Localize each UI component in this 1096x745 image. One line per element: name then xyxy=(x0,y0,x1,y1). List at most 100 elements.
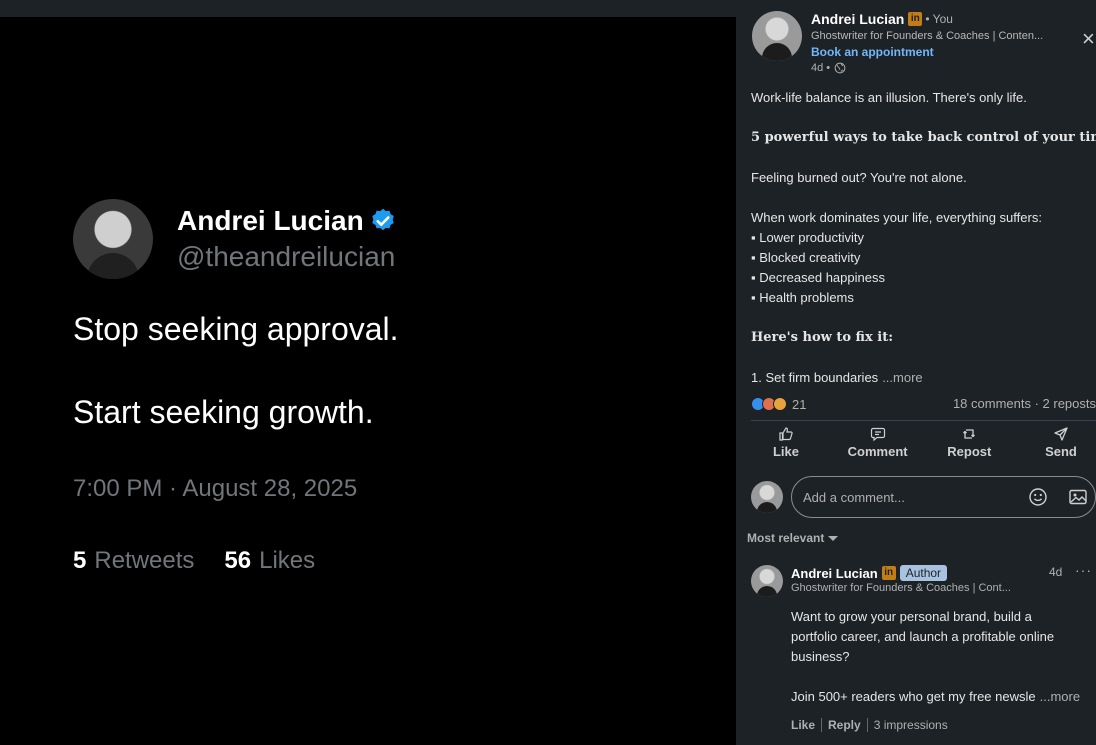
comment-line: Join 500+ readers who get my free newsle… xyxy=(791,687,1096,707)
post-line: When work dominates your life, everythin… xyxy=(751,210,1042,225)
post-gap xyxy=(751,148,1096,168)
comment-composer: Add a comment... xyxy=(751,476,1096,518)
post-age: 4d • xyxy=(811,62,1071,74)
comment-label: Comment xyxy=(847,444,908,459)
like-label: Likes xyxy=(259,547,316,574)
tweet-text: Stop seeking approval. Start seeking gro… xyxy=(73,309,673,433)
current-user-avatar xyxy=(751,481,783,513)
reactions-bar[interactable]: 21 18 comments · 2 reposts xyxy=(751,394,1096,414)
author-name-row: Andrei Lucian in • You xyxy=(811,11,1071,27)
tweet-line: Stop seeking approval. xyxy=(73,311,399,347)
author-avatar[interactable] xyxy=(752,11,802,61)
more-options-icon[interactable]: ··· xyxy=(1075,562,1092,578)
comment-text: Want to grow your personal brand, build … xyxy=(791,607,1096,707)
sort-label: Most relevant xyxy=(747,531,825,545)
post-line: Here's how to fix it: xyxy=(751,330,894,345)
repost-label: Repost xyxy=(947,444,992,459)
repost-icon xyxy=(934,426,1004,444)
separator xyxy=(821,718,823,732)
post-image[interactable]: Andrei Lucian @theandreilucian Stop seek… xyxy=(0,17,736,745)
comment-line: portfolio career, and launch a profitabl… xyxy=(791,629,1055,644)
tweet-author-name: Andrei Lucian xyxy=(177,205,364,236)
post-line: Work-life balance is an illusion. There'… xyxy=(751,90,1027,105)
send-icon xyxy=(1026,426,1096,444)
globe-icon xyxy=(834,62,846,74)
post-text: Work-life balance is an illusion. There'… xyxy=(751,88,1096,388)
post-gap xyxy=(751,108,1096,128)
book-appointment-link[interactable]: Book an appointment xyxy=(811,45,1071,59)
repost-button[interactable]: Repost xyxy=(934,426,1004,466)
retweet-count: 5 xyxy=(73,547,87,574)
caret-down-icon xyxy=(828,535,839,541)
tweet-likes: 56 Likes xyxy=(224,547,315,575)
post-gap xyxy=(751,188,1096,208)
commenter-avatar[interactable] xyxy=(751,565,783,597)
thumbs-up-icon xyxy=(751,426,821,444)
like-button[interactable]: Like xyxy=(751,426,821,466)
see-more-link[interactable]: ...more xyxy=(882,370,922,385)
insightful-reaction-icon xyxy=(773,397,787,411)
tweet-line: Start seeking growth. xyxy=(73,394,374,430)
tweet-card: Andrei Lucian @theandreilucian Stop seek… xyxy=(73,199,673,575)
tweet-handle: @theandreilucian xyxy=(177,241,396,272)
separator xyxy=(866,718,868,732)
retweet-label: Retweets xyxy=(94,547,195,574)
you-label: • You xyxy=(925,12,953,26)
comment-last-line: Join 500+ readers who get my free newsle xyxy=(791,689,1036,704)
author-info: Andrei Lucian in • You Ghostwriter for F… xyxy=(811,11,1071,74)
tweet-name-row: Andrei Lucian xyxy=(177,205,397,237)
comments-reposts-count[interactable]: 18 comments · 2 reposts xyxy=(953,396,1096,411)
tweet-names: Andrei Lucian @theandreilucian xyxy=(177,205,397,273)
post-line: ▪ Lower productivity xyxy=(751,230,864,245)
comment-reply-button[interactable]: Reply xyxy=(828,718,861,732)
comment-icon xyxy=(843,426,913,444)
post-age-text: 4d • xyxy=(811,62,831,74)
comment-age: 4d xyxy=(1049,565,1063,579)
post-gap xyxy=(751,308,1096,328)
linkedin-premium-icon: in xyxy=(908,12,923,26)
like-label: Like xyxy=(772,444,799,459)
close-icon[interactable]: × xyxy=(1082,28,1096,50)
post-line: ▪ Blocked creativity xyxy=(751,250,861,265)
tweet-header: Andrei Lucian @theandreilucian xyxy=(73,199,673,279)
comment-line: Want to grow your personal brand, build … xyxy=(791,609,1032,624)
verified-badge-icon xyxy=(371,208,394,231)
comment-gap xyxy=(791,667,1096,687)
author-headline: Ghostwriter for Founders & Coaches | Con… xyxy=(811,30,1044,42)
author-badge: Author xyxy=(899,565,948,581)
post-line: Feeling burned out? You're not alone. xyxy=(751,170,967,185)
linkedin-post-viewer: Andrei Lucian @theandreilucian Stop seek… xyxy=(0,0,1096,745)
reaction-count[interactable]: 21 xyxy=(792,397,806,412)
comment-button[interactable]: Comment xyxy=(843,426,913,466)
emoji-icon[interactable] xyxy=(1028,487,1048,507)
post-line: ▪ Health problems xyxy=(751,290,854,305)
send-button[interactable]: Send xyxy=(1026,426,1096,466)
post-line: ▪ Decreased happiness xyxy=(751,270,885,285)
commenter-name[interactable]: Andrei Lucian xyxy=(791,566,878,581)
send-label: Send xyxy=(1045,444,1077,459)
tweet-avatar xyxy=(73,199,153,279)
comment-placeholder: Add a comment... xyxy=(803,490,905,505)
tweet-retweets: 5 Retweets xyxy=(73,547,194,575)
post-last-line: 1. Set firm boundaries xyxy=(751,370,879,385)
commenter-headline: Ghostwriter for Founders & Coaches | Con… xyxy=(791,582,1011,594)
comment-input[interactable]: Add a comment... xyxy=(791,476,1096,518)
comment-impressions: 3 impressions xyxy=(873,718,948,732)
post-side-panel: Andrei Lucian in • You Ghostwriter for F… xyxy=(736,0,1096,745)
tweet-stats: 5 Retweets 56 Likes xyxy=(73,547,673,575)
image-icon[interactable] xyxy=(1068,487,1088,507)
linkedin-premium-icon: in xyxy=(881,566,896,580)
comment-like-button[interactable]: Like xyxy=(791,718,815,732)
post-header: Andrei Lucian in • You Ghostwriter for F… xyxy=(752,11,1096,81)
divider xyxy=(751,420,1096,421)
post-line: 5 powerful ways to take back control of … xyxy=(751,130,1096,145)
comment-line: business? xyxy=(791,649,850,664)
comment-see-more-link[interactable]: ...more xyxy=(1040,689,1080,704)
comment-footer: Like Reply 3 impressions xyxy=(791,718,948,732)
post-gap xyxy=(751,348,1096,368)
author-name[interactable]: Andrei Lucian xyxy=(811,11,904,27)
post-line: 1. Set firm boundaries ...more xyxy=(751,368,1096,388)
post-actions: Like Comment Repost Send xyxy=(751,426,1096,466)
tweet-timestamp: 7:00 PM · August 28, 2025 xyxy=(73,475,358,502)
comment-sort-dropdown[interactable]: Most relevant xyxy=(747,531,839,545)
